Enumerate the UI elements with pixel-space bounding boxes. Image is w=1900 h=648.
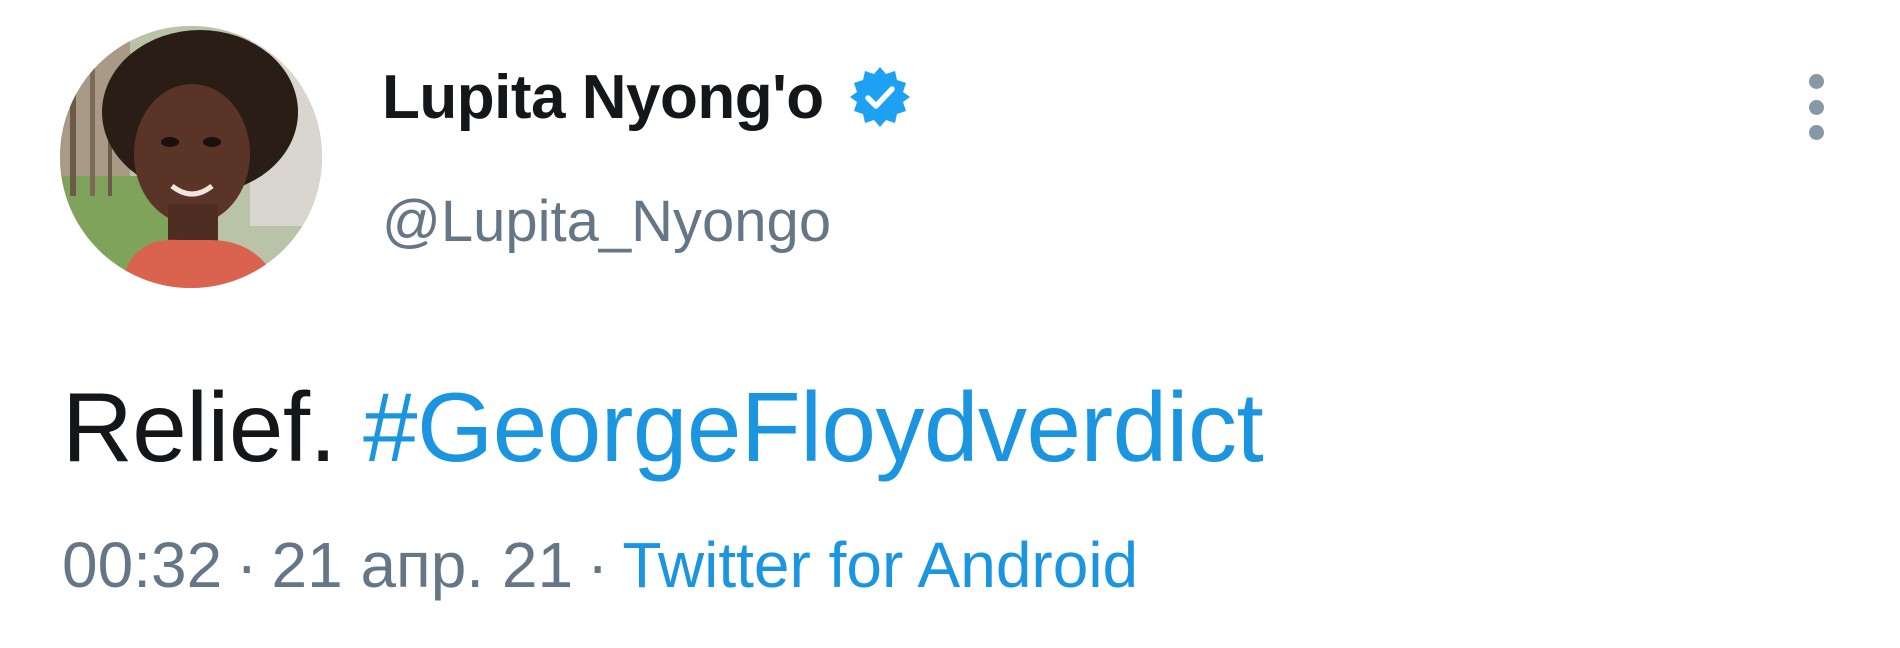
meta-separator: · [236, 529, 258, 601]
more-vertical-icon-dot [1808, 99, 1824, 115]
more-vertical-icon-dot [1808, 125, 1824, 140]
more-options-button[interactable] [1788, 62, 1844, 152]
tweet-time[interactable]: 00:32 [62, 529, 222, 601]
tweet-date[interactable]: 21 апр. 21 [271, 529, 573, 601]
tweet-body-text: Relief. [62, 372, 337, 482]
display-name[interactable]: Lupita Nyong'o [382, 62, 824, 133]
more-vertical-icon [1808, 74, 1824, 89]
avatar[interactable] [60, 26, 322, 288]
author-name-row[interactable]: Lupita Nyong'o [382, 62, 912, 132]
meta-separator: · [587, 529, 609, 601]
tweet-text: Relief. #GeorgeFloydverdict [62, 368, 1264, 486]
author-handle[interactable]: @Lupita_Nyongo [382, 188, 831, 255]
hashtag-link[interactable]: #GeorgeFloydverdict [363, 372, 1264, 482]
tweet-meta: 00:32 · 21 апр. 21 · Twitter for Android [62, 528, 1138, 602]
tweet-card: Lupita Nyong'o @Lupita_Nyongo Relief. #G… [0, 0, 1900, 648]
tweet-source-link[interactable]: Twitter for Android [622, 529, 1138, 601]
verified-badge-icon [849, 67, 910, 127]
profile-photo [60, 26, 322, 288]
